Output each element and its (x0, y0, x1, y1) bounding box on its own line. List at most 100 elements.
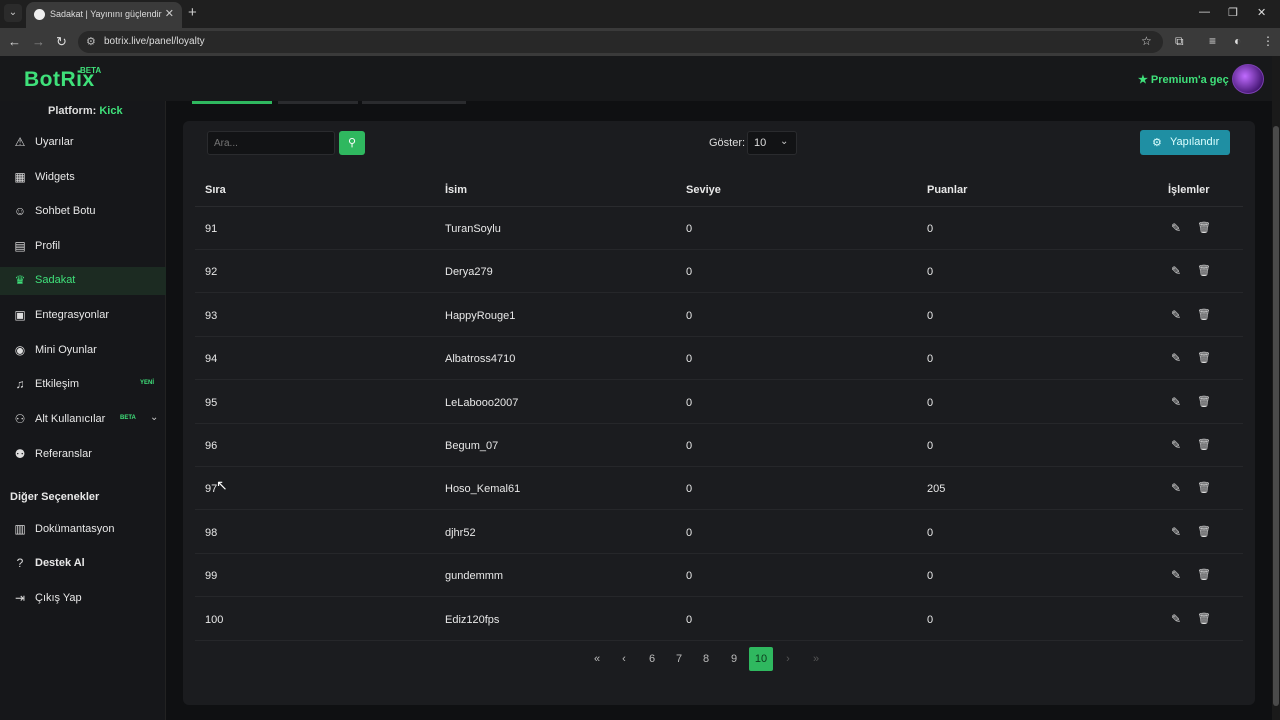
level-cell: 0 (686, 223, 693, 235)
table-row: 98 djhr52 0 0 ✎ 🗑 (195, 511, 1243, 554)
column-header: İşlemler (1168, 184, 1210, 196)
edit-icon[interactable]: ✎ (1171, 612, 1181, 626)
site-info-icon[interactable]: ⚙ (86, 35, 96, 48)
trash-icon[interactable]: 🗑 (1197, 568, 1211, 581)
sidebar-item-loyalty[interactable]: ♛ Sadakat (0, 267, 166, 295)
close-icon[interactable]: ✕ (165, 7, 174, 20)
trash-icon[interactable]: 🗑 (1197, 612, 1211, 625)
edit-icon[interactable]: ✎ (1171, 568, 1181, 582)
sidebar-item-integrations[interactable]: ▣ Entegrasyonlar (0, 302, 166, 330)
back-icon[interactable]: ← (8, 34, 21, 49)
sidebar-item-minigames[interactable]: ◉ Mini Oyunlar (0, 337, 166, 365)
extensions-icon[interactable]: ⧉ (1175, 34, 1184, 49)
tab-list-icon[interactable]: ⌄ (4, 4, 22, 22)
edit-icon[interactable]: ✎ (1171, 264, 1181, 278)
id-card-icon: ▤ (14, 239, 26, 253)
edit-icon[interactable]: ✎ (1171, 438, 1181, 452)
trash-icon[interactable]: 🗑 (1197, 481, 1211, 494)
plus-icon[interactable]: + (188, 5, 197, 21)
forward-icon[interactable]: → (32, 34, 45, 49)
grid-icon: ▦ (14, 170, 26, 184)
avatar[interactable] (1232, 64, 1264, 94)
tab-indicator[interactable] (278, 101, 358, 104)
trash-icon[interactable]: 🗑 (1197, 395, 1211, 408)
trash-icon[interactable]: 🗑 (1197, 221, 1211, 234)
table-row: 92 Derya279 0 0 ✎ 🗑 (195, 250, 1243, 294)
sidebar-item-logout[interactable]: ⇥ Çıkış Yap (0, 585, 166, 613)
sidebar-item-label: Entegrasyonlar (35, 309, 109, 321)
profile-icon[interactable]: ◐ (1234, 34, 1241, 48)
level-cell: 0 (686, 526, 693, 539)
restore-icon[interactable]: ❐ (1228, 6, 1238, 19)
platform-value: Kick (99, 105, 123, 117)
column-header[interactable]: Puanlar (927, 184, 967, 196)
points-cell: 0 (927, 526, 934, 539)
edit-icon[interactable]: ✎ (1171, 308, 1181, 322)
first-page-icon[interactable]: « (585, 647, 609, 671)
edit-icon[interactable]: ✎ (1171, 481, 1181, 495)
rank-cell: 100 (205, 613, 224, 626)
sidebar-item-docs[interactable]: ▥ Dokümantasyon (0, 516, 166, 544)
column-header[interactable]: İsim (445, 184, 467, 196)
page-button[interactable]: 7 (667, 647, 691, 671)
page-scrollbar[interactable] (1272, 56, 1280, 720)
search-input[interactable] (207, 131, 335, 155)
sidebar-item-chatbot[interactable]: ☺ Sohbet Botu (0, 198, 166, 226)
prev-page-icon[interactable]: ‹ (612, 647, 636, 671)
edit-icon[interactable]: ✎ (1171, 395, 1181, 409)
configure-button[interactable]: ⚙ Yapılandır (1140, 130, 1230, 155)
star-icon[interactable]: ☆ (1141, 34, 1152, 48)
sidebar-item-subusers[interactable]: ⚇ Alt Kullanıcılar BETA ⌄ (0, 406, 166, 434)
sidebar-item-label: Çıkış Yap (35, 592, 82, 604)
page-button[interactable]: 9 (722, 647, 746, 671)
sidebar-item-profile[interactable]: ▤ Profil (0, 233, 166, 261)
minimize-icon[interactable]: — (1199, 6, 1210, 18)
table-row: 100 Ediz120fps 0 0 ✎ 🗑 (195, 598, 1243, 641)
points-cell: 0 (927, 396, 934, 409)
sidebar-item-widgets[interactable]: ▦ Widgets (0, 164, 166, 192)
question-icon: ? (16, 556, 24, 570)
address-bar[interactable]: ⚙ botrix.live/panel/loyalty (78, 31, 1163, 53)
search-icon: ⚲ (347, 137, 357, 149)
mouse-cursor-icon: ↖ (216, 477, 228, 493)
name-cell: gundemmm (445, 570, 504, 583)
sidebar-item-alerts[interactable]: ⚠ Uyarılar (0, 129, 166, 157)
trash-icon[interactable]: 🗑 (1197, 525, 1211, 538)
reload-icon[interactable]: ↻ (56, 34, 67, 50)
trash-icon[interactable]: 🗑 (1197, 308, 1211, 321)
column-header[interactable]: Sıra (205, 184, 226, 196)
sidebar-item-referrals[interactable]: ⚉ Referanslar (0, 441, 166, 469)
menu-icon[interactable]: ⋮ (1262, 34, 1274, 48)
browser-tab[interactable]: Sadakat | Yayınını güçlendirmek ✕ (26, 2, 182, 28)
trash-icon[interactable]: 🗑 (1197, 351, 1211, 364)
page-button[interactable]: 6 (640, 647, 664, 671)
name-cell: LeLabooo2007 (445, 396, 519, 409)
edit-icon[interactable]: ✎ (1171, 525, 1181, 539)
tab-indicator[interactable] (362, 101, 466, 104)
sidebar-item-label: Sadakat (35, 274, 76, 286)
search-button[interactable]: ⚲ (339, 131, 365, 155)
chevron-down-icon[interactable]: ⌄ (150, 412, 158, 423)
rank-cell: 99 (205, 570, 218, 583)
trash-icon[interactable]: 🗑 (1197, 264, 1211, 277)
close-window-icon[interactable]: ✕ (1257, 6, 1266, 19)
name-cell: Albatross4710 (445, 353, 516, 366)
page-size-select[interactable]: 10 ⌄ (747, 131, 797, 155)
sidebar-item-label: Dokümantasyon (35, 523, 115, 535)
media-icon[interactable]: ≡ (1209, 34, 1216, 48)
sidebar-item-support[interactable]: ? Destek Al (0, 550, 166, 578)
tab-active-indicator[interactable] (192, 101, 272, 104)
last-page-icon[interactable]: » (804, 647, 828, 671)
scroll-thumb[interactable] (1273, 126, 1279, 706)
page-button[interactable]: 8 (694, 647, 718, 671)
sidebar-item-label: Referanslar (35, 448, 92, 460)
page-button-active[interactable]: 10 (749, 647, 773, 671)
trash-icon[interactable]: 🗑 (1197, 438, 1211, 451)
premium-link[interactable]: ★ Premium'a geç (1138, 73, 1229, 86)
edit-icon[interactable]: ✎ (1171, 351, 1181, 365)
column-header[interactable]: Seviye (686, 184, 721, 196)
sidebar-item-interaction[interactable]: ♫ Etkileşim YENİ (0, 371, 166, 399)
next-page-icon[interactable]: › (776, 647, 800, 671)
edit-icon[interactable]: ✎ (1171, 221, 1181, 235)
name-cell: Hoso_Kemal61 (445, 483, 521, 496)
